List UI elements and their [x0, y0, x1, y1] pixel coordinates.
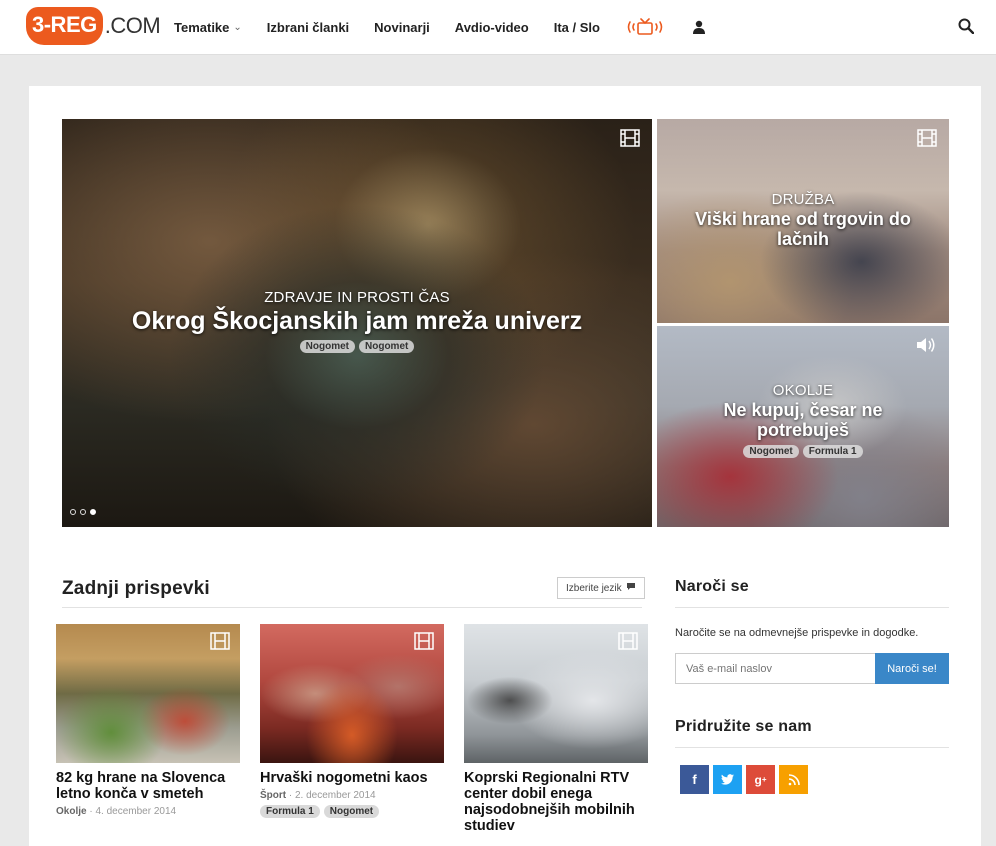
subscribe-title: Naroči se [675, 578, 749, 595]
main-menu: Tematike ⌄ Izbrani članki Novinarji Avdi… [174, 0, 705, 54]
post-category[interactable]: Šport [260, 790, 286, 801]
post-tags: Formula 1 Nogomet [260, 804, 444, 818]
latest-posts-title: Zadnji prispevki [62, 578, 210, 599]
user-icon[interactable] [692, 20, 705, 34]
comment-icon [626, 582, 636, 594]
tag[interactable]: Nogomet [299, 339, 355, 353]
subscribe-description: Naročite se na odmevnejše prispevke in d… [675, 627, 919, 639]
hero-main-title[interactable]: Okrog Škocjanskih jam mreža univerz [62, 307, 652, 336]
post-title[interactable]: 82 kg hrane na Slovenca letno konča v sm… [56, 770, 240, 803]
tv-broadcast-icon[interactable] [625, 18, 665, 36]
hero-side-bottom-category[interactable]: OKOLJE [657, 382, 949, 399]
nav-item-novinarji[interactable]: Novinarji [374, 20, 430, 35]
tag[interactable]: Nogomet [743, 444, 799, 458]
film-icon [210, 632, 230, 655]
nav-item-ita-slo[interactable]: Ita / Slo [554, 20, 600, 35]
featured-article-side-top[interactable]: DRUŽBA Viški hrane od trgovin do lačnih [657, 119, 949, 323]
slider-dot[interactable] [70, 509, 76, 515]
hero-side-bottom-tags: Nogomet Formula 1 [657, 444, 949, 458]
join-us-title: Pridružite se nam [675, 718, 812, 735]
twitter-icon[interactable] [713, 765, 742, 794]
content-container: ZDRAVJE IN PROSTI ČAS Okrog Škocjanskih … [29, 86, 981, 846]
nav-item-avdio-video[interactable]: Avdio-video [455, 20, 529, 35]
logo-text: .COM [104, 13, 161, 38]
social-links: f g + [680, 765, 808, 794]
divider [675, 747, 949, 748]
slider-dot[interactable] [80, 509, 86, 515]
film-icon [620, 129, 640, 152]
post-title[interactable]: Koprski Regionalni RTV center dobil eneg… [464, 770, 648, 835]
post-card[interactable]: Hrvaški nogometni kaos Šport · 2. decemb… [260, 624, 444, 818]
post-category[interactable]: Okolje [56, 806, 87, 817]
nav-item-tematike[interactable]: Tematike ⌄ [174, 20, 242, 35]
post-title[interactable]: Hrvaški nogometni kaos [260, 770, 444, 787]
divider [675, 607, 949, 608]
post-card[interactable]: Koprski Regionalni RTV center dobil eneg… [464, 624, 648, 835]
google-plus-icon[interactable]: g + [746, 765, 775, 794]
hero-side-top-caption: DRUŽBA Viški hrane od trgovin do lačnih [657, 191, 949, 250]
featured-article-side-bottom[interactable]: OKOLJE Ne kupuj, česar ne potrebuješ Nog… [657, 326, 949, 527]
email-field[interactable] [675, 653, 875, 684]
post-date: 2. december 2014 [295, 789, 376, 801]
audio-icon [915, 336, 937, 359]
tag[interactable]: Formula 1 [260, 804, 320, 818]
film-icon [618, 632, 638, 655]
post-thumbnail[interactable] [464, 624, 648, 763]
film-icon [414, 632, 434, 655]
language-select-button[interactable]: Izberite jezik [557, 577, 645, 599]
divider [62, 607, 642, 608]
language-button-label: Izberite jezik [566, 582, 622, 594]
slider-dot-active[interactable] [90, 509, 96, 515]
hero-side-bottom-caption: OKOLJE Ne kupuj, česar ne potrebuješ Nog… [657, 382, 949, 458]
nav-item-izbrani-clanki[interactable]: Izbrani članki [267, 20, 349, 35]
post-thumbnail[interactable] [56, 624, 240, 763]
search-icon[interactable] [958, 18, 975, 39]
featured-article-main[interactable]: ZDRAVJE IN PROSTI ČAS Okrog Škocjanskih … [62, 119, 652, 527]
hero-side-top-category[interactable]: DRUŽBA [657, 191, 949, 208]
tag[interactable]: Formula 1 [802, 444, 863, 458]
hero-main-tags: Nogomet Nogomet [62, 339, 652, 353]
site-logo[interactable]: 3-REG .COM [26, 6, 161, 46]
slider-dots [70, 509, 96, 515]
logo-badge: 3-REG [26, 7, 103, 45]
hero-main-caption: ZDRAVJE IN PROSTI ČAS Okrog Škocjanskih … [62, 289, 652, 353]
hero-side-top-title[interactable]: Viški hrane od trgovin do lačnih [685, 209, 921, 250]
hero-main-category[interactable]: ZDRAVJE IN PROSTI ČAS [62, 289, 652, 306]
post-thumbnail[interactable] [260, 624, 444, 763]
rss-icon[interactable] [779, 765, 808, 794]
tag[interactable]: Nogomet [323, 804, 380, 818]
chevron-down-icon: ⌄ [233, 21, 242, 33]
post-meta: Okolje · 4. december 2014 [56, 806, 240, 817]
post-date: 4. december 2014 [95, 805, 177, 817]
tag[interactable]: Nogomet [359, 339, 415, 353]
top-navigation: 3-REG .COM Tematike ⌄ Izbrani članki Nov… [0, 0, 996, 55]
post-card[interactable]: 82 kg hrane na Slovenca letno konča v sm… [56, 624, 240, 817]
post-meta: Šport · 2. december 2014 [260, 790, 444, 801]
facebook-icon[interactable]: f [680, 765, 709, 794]
hero-side-bottom-title[interactable]: Ne kupuj, česar ne potrebuješ [697, 400, 909, 441]
film-icon [917, 129, 937, 152]
subscribe-button[interactable]: Naroči se! [875, 653, 949, 684]
